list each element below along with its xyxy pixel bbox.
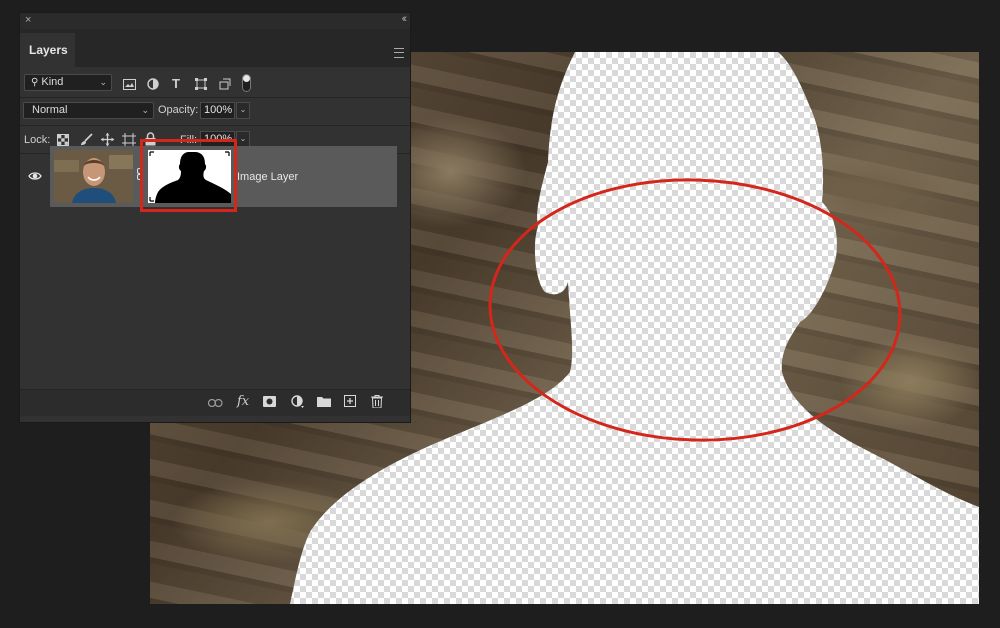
adjustment-layer-icon[interactable] <box>291 395 305 409</box>
opacity-label: Opacity: <box>158 104 199 116</box>
kind-filter-select[interactable]: ⚲ Kind ⌄ <box>24 74 112 91</box>
group-folder-icon[interactable] <box>317 396 331 407</box>
layer-thumbnail[interactable] <box>54 150 133 203</box>
shape-filter-icon[interactable] <box>195 78 207 90</box>
fx-icon[interactable]: fx <box>237 394 249 409</box>
smart-object-filter-icon[interactable] <box>219 78 231 90</box>
lock-transparency-icon[interactable] <box>57 134 69 146</box>
filter-toggle-icon[interactable] <box>242 74 251 92</box>
visibility-eye-icon[interactable] <box>28 169 42 183</box>
panel-tab-row: Layers <box>20 29 410 67</box>
chevron-down-icon: ⌄ <box>99 77 107 87</box>
add-mask-icon[interactable] <box>263 396 276 407</box>
trash-icon[interactable] <box>371 395 383 408</box>
layer-name-label[interactable]: Image Layer <box>237 171 298 183</box>
close-panel-icon[interactable]: × <box>25 14 31 26</box>
type-filter-icon[interactable]: T <box>172 77 180 91</box>
panel-menu-icon[interactable] <box>394 48 404 58</box>
panel-bottom-toolbar: fx <box>20 389 410 416</box>
adjustment-filter-icon[interactable] <box>147 78 159 90</box>
panel-title-bar: × ‹‹ <box>20 13 410 29</box>
filter-row: ⚲ Kind ⌄ T <box>20 67 410 98</box>
lock-position-icon[interactable] <box>101 133 114 146</box>
collapse-panel-icon[interactable]: ‹‹ <box>402 13 408 25</box>
link-layers-icon[interactable] <box>208 399 223 407</box>
blend-row: Normal ⌄ Opacity: 100% ⌄ <box>20 98 410 126</box>
new-layer-icon[interactable] <box>344 395 356 407</box>
lock-pixels-icon[interactable] <box>80 133 93 146</box>
blend-mode-value: Normal <box>32 104 68 116</box>
lock-artboard-icon[interactable] <box>122 133 136 146</box>
opacity-slider-toggle[interactable]: ⌄ <box>236 102 250 119</box>
layers-panel: × ‹‹ Layers ⚲ Kind ⌄ T Normal ⌄ Opacity:… <box>19 12 411 423</box>
lock-label: Lock: <box>24 134 51 146</box>
chevron-down-icon: ⌄ <box>141 105 149 115</box>
opacity-input[interactable]: 100% <box>200 102 235 119</box>
blend-mode-select[interactable]: Normal ⌄ <box>23 102 154 119</box>
portrait-thumbnail-image <box>54 150 133 203</box>
mask-highlight-box <box>140 139 237 212</box>
search-icon: ⚲ <box>31 77 39 88</box>
tab-layers[interactable]: Layers <box>20 33 75 67</box>
pixel-filter-icon[interactable] <box>123 79 136 90</box>
kind-filter-label: Kind <box>41 76 64 88</box>
